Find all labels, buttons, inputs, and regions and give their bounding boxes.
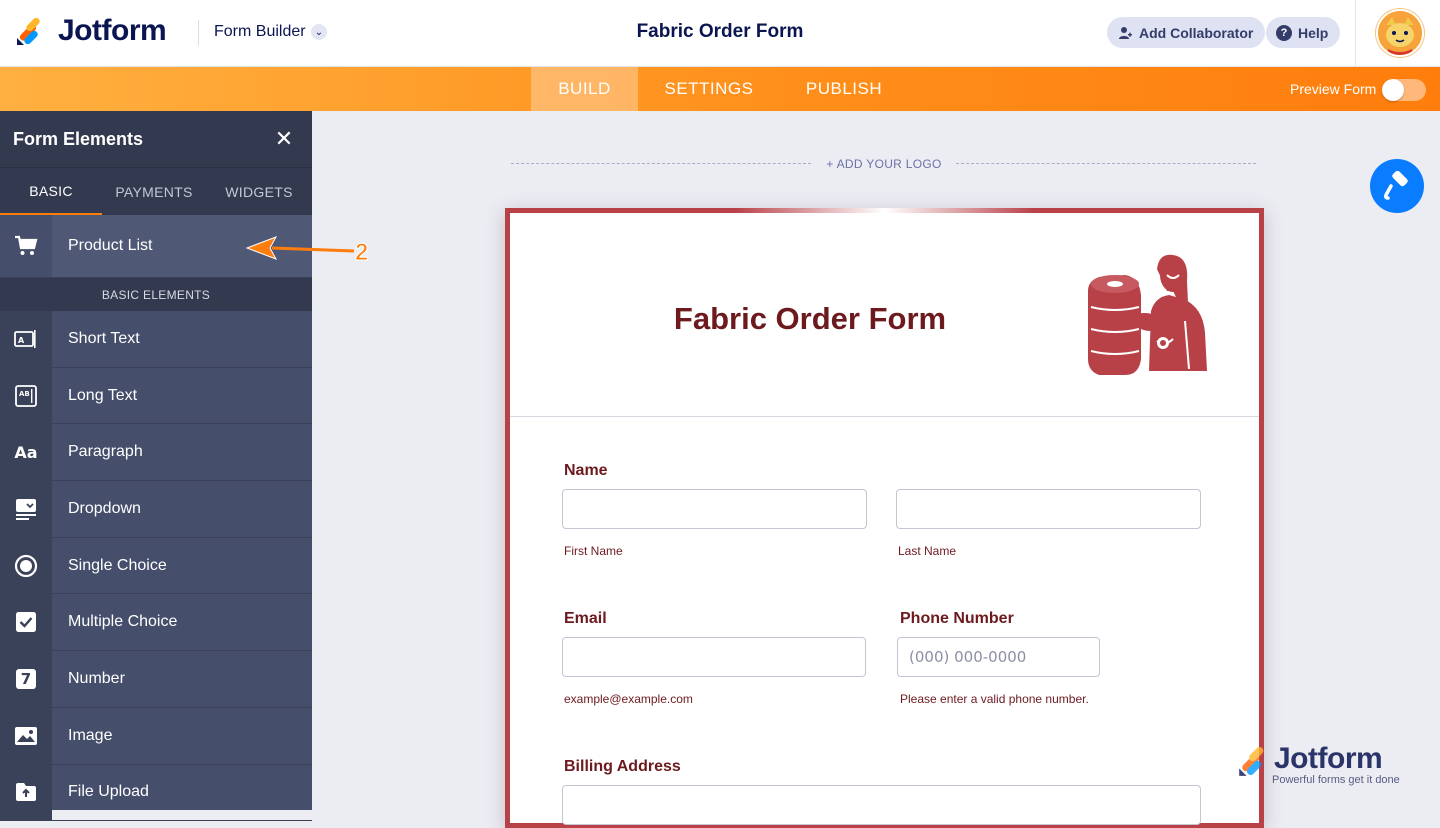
- element-image[interactable]: Image: [0, 707, 312, 765]
- step-annotation-arrow: 2: [245, 236, 369, 266]
- element-label: Long Text: [68, 386, 138, 404]
- email-field[interactable]: [562, 637, 866, 677]
- billing-address-input[interactable]: [562, 785, 1201, 825]
- form-header[interactable]: Fabric Order Form: [510, 213, 1259, 417]
- top-bar: Jotform Form Builder ⌄ Fabric Order Form…: [0, 0, 1440, 67]
- panel-header: Form Elements ✕: [0, 111, 312, 167]
- email-sublabel: example@example.com: [564, 692, 693, 706]
- watermark-tagline: Powerful forms get it done: [1272, 774, 1400, 786]
- last-name-input[interactable]: [896, 489, 1201, 529]
- name-label: Name: [564, 462, 608, 479]
- paint-roller-icon: [1384, 171, 1408, 200]
- billing-address-label: Billing Address: [564, 758, 681, 775]
- element-dropdown[interactable]: Dropdown: [0, 481, 312, 538]
- paragraph-icon: Aa: [0, 424, 52, 481]
- watermark-brand: Jotform: [1274, 742, 1383, 775]
- tab-publish[interactable]: PUBLISH: [782, 67, 906, 111]
- chevron-down-icon[interactable]: ⌄: [311, 24, 327, 40]
- form-designer-button[interactable]: [1370, 159, 1424, 213]
- element-file-upload[interactable]: File Upload: [0, 764, 312, 822]
- element-number[interactable]: 7 Number: [0, 651, 312, 708]
- page-title[interactable]: Fabric Order Form: [637, 21, 804, 42]
- element-label: Paragraph: [68, 443, 143, 461]
- short-text-icon: A: [0, 311, 52, 367]
- toggle-knob: [1382, 79, 1404, 101]
- panel-tabs: BASIC PAYMENTS WIDGETS: [0, 167, 312, 216]
- dropdown-icon: [0, 481, 52, 537]
- add-user-icon: [1117, 25, 1133, 41]
- element-label: Product List: [68, 237, 153, 254]
- jotform-logo-icon: [17, 17, 40, 45]
- checkbox-icon: [0, 594, 52, 651]
- builder-menu-label[interactable]: Form Builder: [214, 23, 306, 41]
- form-preview: Fabric Order Form Name First Name Last N…: [505, 208, 1264, 828]
- radio-icon: [0, 537, 52, 594]
- file-upload-icon: [0, 764, 52, 821]
- last-name-sublabel: Last Name: [898, 544, 957, 558]
- tab-basic[interactable]: BASIC: [0, 168, 102, 216]
- preview-form-toggle[interactable]: [1382, 79, 1426, 101]
- element-label: Number: [68, 669, 125, 687]
- brand-name: Jotform: [58, 14, 167, 47]
- element-label: Dropdown: [68, 499, 141, 517]
- element-label: Single Choice: [68, 556, 167, 574]
- avatar[interactable]: [1376, 9, 1424, 57]
- help-button[interactable]: ? Help: [1266, 17, 1341, 48]
- element-long-text[interactable]: AB Long Text: [0, 367, 312, 425]
- tab-widgets[interactable]: WIDGETS: [206, 168, 312, 216]
- divider: [198, 20, 199, 46]
- element-label: File Upload: [68, 783, 149, 801]
- tab-payments[interactable]: PAYMENTS: [102, 168, 206, 216]
- element-label: Multiple Choice: [68, 613, 178, 631]
- long-text-icon: AB: [0, 367, 52, 424]
- image-icon: [0, 707, 52, 764]
- phone-placeholder: (000) 000-0000: [909, 648, 1027, 666]
- tab-build[interactable]: BUILD: [531, 67, 638, 111]
- phone-sublabel: Please enter a valid phone number.: [900, 692, 1089, 706]
- builder-nav: BUILD SETTINGS PUBLISH Preview Form: [0, 67, 1440, 111]
- jotform-logo[interactable]: Jotform: [14, 14, 167, 48]
- panel-title: Form Elements: [13, 128, 144, 149]
- element-label: Image: [68, 726, 113, 744]
- element-multiple-choice[interactable]: Multiple Choice: [0, 594, 312, 652]
- help-label: Help: [1298, 24, 1329, 41]
- add-collaborator-button[interactable]: Add Collaborator: [1107, 17, 1266, 48]
- section-heading: BASIC ELEMENTS: [0, 278, 312, 311]
- fabric-illustration: [1088, 254, 1207, 375]
- close-icon[interactable]: ✕: [273, 128, 295, 150]
- phone-field[interactable]: (000) 000-0000: [897, 637, 1100, 677]
- logo-guide-line: [956, 163, 1256, 164]
- first-name-sublabel: First Name: [564, 544, 623, 558]
- cart-icon: [0, 215, 52, 277]
- number-icon: 7: [0, 651, 52, 707]
- preview-form-label: Preview Form: [1290, 81, 1377, 97]
- step-number: 2: [355, 239, 368, 266]
- element-short-text[interactable]: A Short Text: [0, 311, 312, 368]
- phone-label: Phone Number: [900, 610, 1014, 627]
- add-collaborator-label: Add Collaborator: [1139, 24, 1254, 41]
- svg-text:AB: AB: [19, 390, 30, 398]
- element-paragraph[interactable]: Aa Paragraph: [0, 424, 312, 482]
- logo-guide-line: [511, 163, 811, 164]
- form-elements-panel: Form Elements ✕ BASIC PAYMENTS WIDGETS P…: [0, 111, 312, 822]
- jotform-watermark: Jotform Powerful forms get it done: [1236, 742, 1406, 788]
- add-logo-button[interactable]: + ADD YOUR LOGO: [812, 157, 956, 171]
- tab-settings[interactable]: SETTINGS: [644, 67, 774, 111]
- email-label: Email: [564, 610, 607, 627]
- jotform-logo-icon: [1239, 746, 1264, 776]
- element-label: Short Text: [68, 329, 140, 347]
- divider: [1355, 0, 1356, 67]
- element-single-choice[interactable]: Single Choice: [0, 537, 312, 595]
- first-name-input[interactable]: [562, 489, 867, 529]
- svg-text:A: A: [18, 336, 25, 345]
- question-icon: ?: [1276, 24, 1292, 41]
- form-title[interactable]: Fabric Order Form: [510, 301, 1110, 337]
